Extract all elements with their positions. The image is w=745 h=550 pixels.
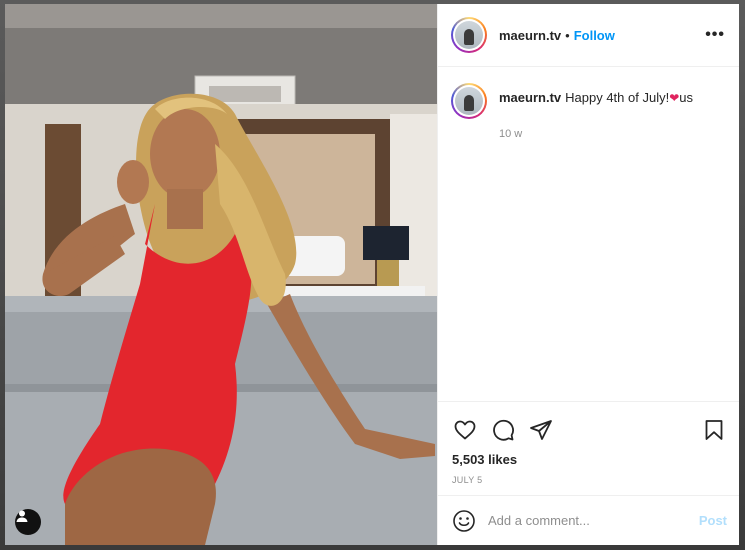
- add-comment-bar: Post: [438, 495, 739, 545]
- post-header: maeurn.tv • Follow •••: [438, 4, 739, 67]
- share-icon: [530, 420, 552, 440]
- heart-emoji: ❤: [669, 91, 680, 105]
- post-modal: maeurn.tv • Follow ••• maeurn.tv Happy 4t…: [5, 4, 739, 545]
- emoji-icon[interactable]: [452, 509, 476, 533]
- caption-suffix: us: [679, 90, 693, 105]
- post-comment-button[interactable]: Post: [699, 513, 727, 528]
- like-button[interactable]: [452, 417, 478, 443]
- comment-button[interactable]: [490, 417, 516, 443]
- caption-avatar[interactable]: [451, 83, 487, 119]
- caption-time-ago[interactable]: 10 w: [499, 128, 725, 140]
- comments-section: maeurn.tv Happy 4th of July!❤us 10 w: [438, 67, 739, 401]
- avatar[interactable]: [451, 17, 487, 53]
- comment-icon: [493, 419, 514, 441]
- likes-count[interactable]: 5,503 likes: [452, 452, 727, 467]
- comment-input[interactable]: [488, 513, 699, 528]
- avatar-image: [455, 21, 483, 49]
- share-button[interactable]: [528, 417, 554, 443]
- save-button[interactable]: [701, 417, 727, 443]
- header-username[interactable]: maeurn.tv: [499, 28, 561, 43]
- more-options-icon[interactable]: •••: [705, 26, 725, 44]
- heart-icon: [454, 420, 476, 440]
- post-actions: 5,503 likes JULY 5: [438, 401, 739, 485]
- post-photo-illustration: [5, 4, 437, 545]
- post-photo[interactable]: [5, 4, 437, 545]
- caption-avatar-image: [455, 87, 483, 115]
- caption-text: Happy 4th of July!: [565, 90, 670, 105]
- action-icons-row: [452, 410, 727, 450]
- caption: maeurn.tv Happy 4th of July!❤us: [499, 83, 693, 107]
- caption-username[interactable]: maeurn.tv: [499, 90, 561, 105]
- user-tag-icon: [16, 510, 28, 522]
- post-date: JULY 5: [452, 475, 483, 485]
- follow-button[interactable]: Follow: [574, 28, 615, 43]
- post-side-panel: maeurn.tv • Follow ••• maeurn.tv Happy 4t…: [437, 4, 739, 545]
- bookmark-icon: [705, 420, 723, 440]
- header-separator: •: [565, 27, 570, 43]
- caption-row: maeurn.tv Happy 4th of July!❤us: [451, 83, 725, 119]
- photo-user-tag-button[interactable]: [15, 509, 41, 535]
